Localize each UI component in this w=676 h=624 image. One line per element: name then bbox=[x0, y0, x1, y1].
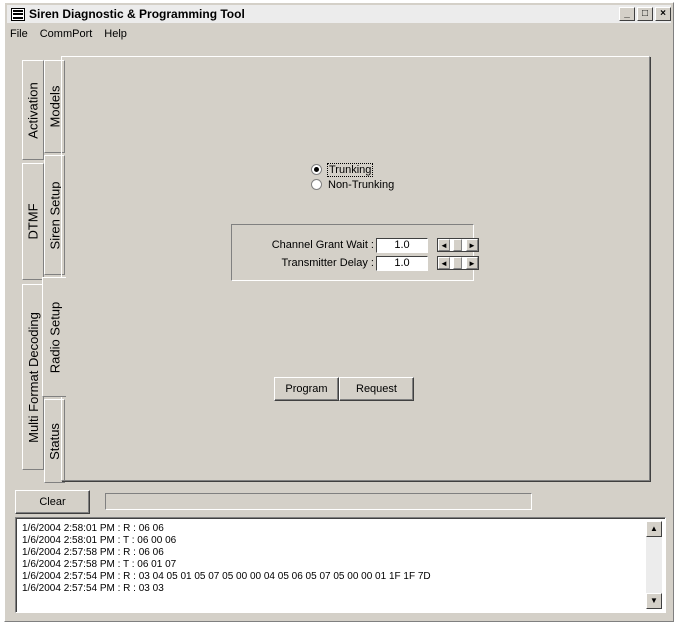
radio-non-trunking[interactable]: Non-Trunking bbox=[311, 177, 394, 192]
log-lines: 1/6/2004 2:58:01 PM : R : 06 06 1/6/2004 … bbox=[22, 523, 641, 595]
radio-button-trunking[interactable] bbox=[311, 164, 322, 175]
scroll-track[interactable] bbox=[450, 257, 466, 269]
mode-radio-group: Trunking Non-Trunking bbox=[311, 162, 394, 192]
log-entry: 1/6/2004 2:57:58 PM : T : 06 01 07 bbox=[22, 559, 177, 570]
tab-multi-format-decoding[interactable]: Multi Format Decoding bbox=[22, 284, 44, 470]
transmitter-delay-row: Transmitter Delay : ◄ ► bbox=[232, 255, 479, 271]
channel-grant-wait-input[interactable] bbox=[376, 237, 428, 253]
radio-label-trunking: Trunking bbox=[326, 162, 374, 177]
tab-dtmf[interactable]: DTMF bbox=[22, 163, 44, 280]
progress-bar bbox=[105, 493, 532, 510]
maximize-button[interactable]: □ bbox=[637, 7, 653, 21]
title-bar[interactable]: Siren Diagnostic & Programming Tool _ □ … bbox=[7, 5, 671, 23]
channel-grant-wait-row: Channel Grant Wait : ◄ ► bbox=[232, 237, 479, 253]
log-entry: 1/6/2004 2:58:01 PM : T : 06 00 06 bbox=[22, 535, 177, 546]
radio-trunking[interactable]: Trunking bbox=[311, 162, 394, 177]
left-arrow-icon[interactable]: ◄ bbox=[438, 257, 450, 269]
menu-file[interactable]: File bbox=[7, 28, 34, 40]
right-arrow-icon[interactable]: ► bbox=[466, 257, 478, 269]
communication-log[interactable]: 1/6/2004 2:58:01 PM : R : 06 06 1/6/2004 … bbox=[15, 517, 666, 613]
scroll-track[interactable] bbox=[450, 239, 466, 251]
menu-help[interactable]: Help bbox=[98, 28, 133, 40]
delay-settings-group: Channel Grant Wait : ◄ ► Transmitter Del… bbox=[231, 224, 479, 281]
menu-bar: File CommPort Help bbox=[7, 25, 133, 43]
channel-grant-wait-scrollbar[interactable]: ◄ ► bbox=[437, 238, 479, 252]
tab-radio-setup[interactable]: Radio Setup bbox=[42, 277, 66, 397]
log-entry: 1/6/2004 2:58:01 PM : R : 06 06 bbox=[22, 523, 164, 534]
app-icon bbox=[11, 7, 25, 21]
window-title: Siren Diagnostic & Programming Tool bbox=[29, 7, 245, 21]
scroll-up-icon[interactable]: ▲ bbox=[646, 521, 662, 537]
close-button[interactable]: × bbox=[655, 7, 671, 21]
menu-commport[interactable]: CommPort bbox=[34, 28, 99, 40]
channel-grant-wait-label: Channel Grant Wait : bbox=[271, 239, 374, 251]
request-button[interactable]: Request bbox=[339, 377, 414, 401]
radio-label-non-trunking: Non-Trunking bbox=[328, 178, 395, 191]
scroll-thumb[interactable] bbox=[453, 239, 462, 251]
tab-activation[interactable]: Activation bbox=[22, 60, 44, 160]
scroll-down-icon[interactable]: ▼ bbox=[646, 593, 662, 609]
transmitter-delay-scrollbar[interactable]: ◄ ► bbox=[437, 256, 479, 270]
left-arrow-icon[interactable]: ◄ bbox=[438, 239, 450, 251]
log-entry: 1/6/2004 2:57:54 PM : R : 03 04 05 01 05… bbox=[22, 571, 431, 582]
right-arrow-icon[interactable]: ► bbox=[466, 239, 478, 251]
scroll-thumb[interactable] bbox=[453, 257, 462, 269]
log-scrollbar[interactable]: ▲ ▼ bbox=[646, 521, 662, 609]
clear-button[interactable]: Clear bbox=[15, 490, 90, 514]
log-entry: 1/6/2004 2:57:58 PM : R : 06 06 bbox=[22, 547, 164, 558]
transmitter-delay-input[interactable] bbox=[376, 255, 428, 271]
minimize-button[interactable]: _ bbox=[619, 7, 635, 21]
log-entry: 1/6/2004 2:57:54 PM : R : 03 03 bbox=[22, 583, 164, 594]
radio-button-non-trunking[interactable] bbox=[311, 179, 322, 190]
program-button[interactable]: Program bbox=[274, 377, 339, 401]
transmitter-delay-label: Transmitter Delay : bbox=[281, 257, 374, 269]
